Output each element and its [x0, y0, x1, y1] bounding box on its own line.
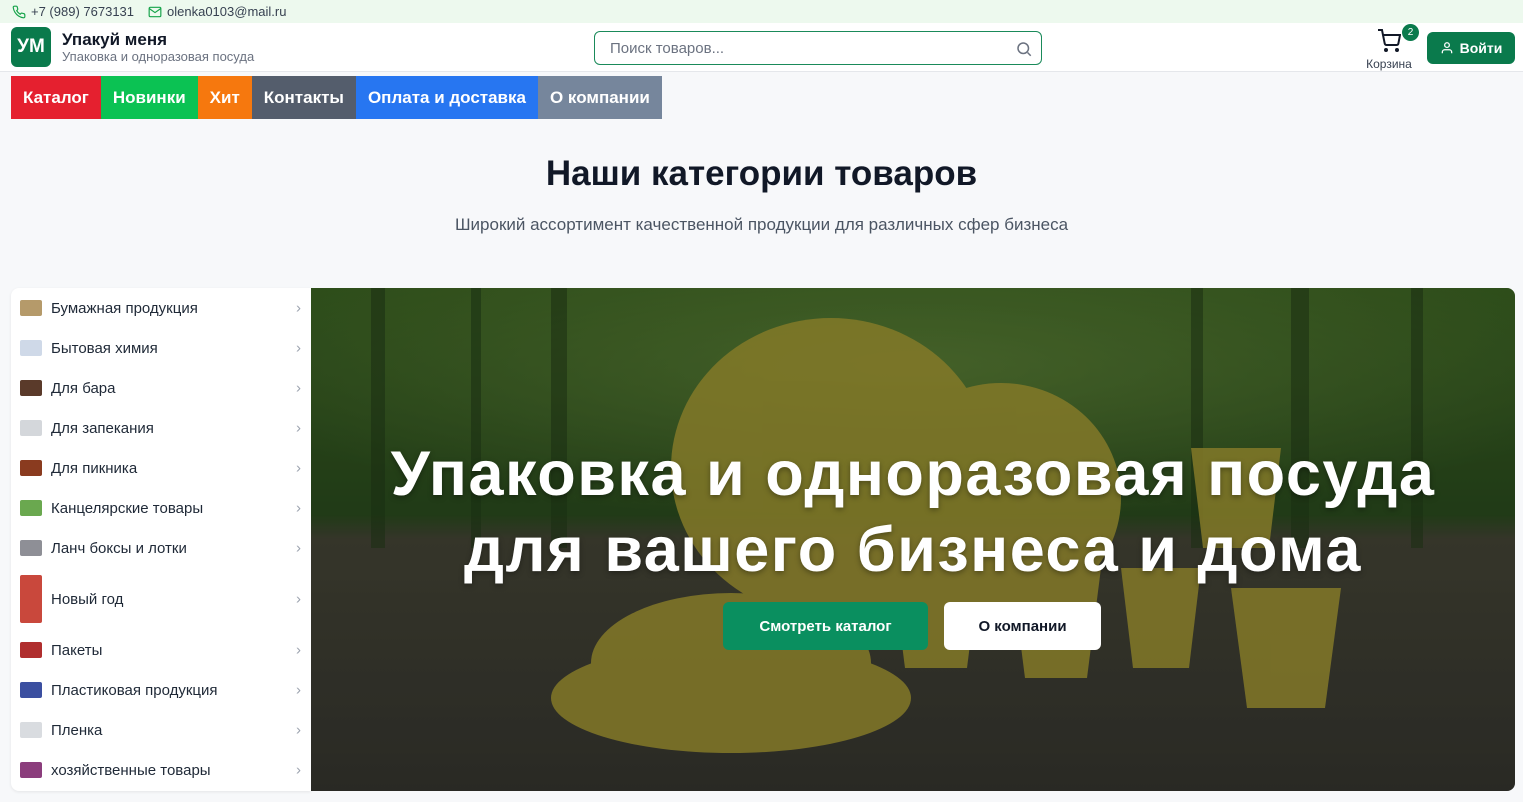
section-title: Наши категории товаров — [545, 154, 978, 193]
chevron-right-icon: › — [296, 761, 301, 779]
chevron-right-icon: › — [296, 539, 301, 557]
category-item[interactable]: Бумажная продукция › — [11, 288, 311, 328]
login-button[interactable]: Войти — [1427, 32, 1515, 64]
site-header: УМ Упакуй меня Упаковка и одноразовая по… — [0, 23, 1523, 72]
cart-icon — [1378, 29, 1402, 52]
phone-contact[interactable]: +7 (989) 7673131 — [12, 4, 134, 19]
about-company-button[interactable]: О компании — [944, 602, 1101, 650]
chevron-right-icon: › — [296, 419, 301, 437]
category-thumbnail — [20, 540, 42, 556]
category-label: Новый год — [51, 590, 124, 608]
category-thumbnail — [20, 460, 42, 476]
category-thumbnail — [20, 340, 42, 356]
category-item[interactable]: Пластиковая продукция › — [11, 670, 311, 710]
category-item[interactable]: Для запекания › — [11, 408, 311, 448]
nav-catalog[interactable]: Каталог — [11, 76, 101, 119]
cart-button[interactable]: 2 Корзина — [1362, 24, 1419, 71]
chevron-right-icon: › — [296, 681, 301, 699]
category-thumbnail — [20, 420, 42, 436]
nav-new[interactable]: Новинки — [100, 76, 198, 119]
category-thumbnail — [20, 762, 42, 778]
category-label: хозяйственные товары — [51, 761, 211, 779]
brand-name[interactable]: Упакуй меня — [62, 30, 167, 50]
category-thumbnail — [20, 380, 42, 396]
chevron-right-icon: › — [296, 339, 301, 357]
category-label: Пластиковая продукция — [51, 681, 218, 699]
category-item[interactable]: хозяйственные товары › — [11, 750, 311, 790]
email-address: olenka0103@mail.ru — [167, 4, 287, 19]
search-box — [594, 31, 1042, 65]
nav-contacts[interactable]: Контакты — [251, 76, 356, 119]
section-subtitle: Широкий ассортимент качественной продукц… — [454, 215, 1069, 234]
category-label: Бытовая химия — [51, 339, 158, 357]
phone-number: +7 (989) 7673131 — [31, 4, 135, 19]
category-label: Для бара — [51, 379, 116, 397]
category-thumbnail — [20, 300, 42, 316]
category-thumbnail — [20, 500, 42, 516]
category-item[interactable]: Новый год › — [11, 568, 311, 630]
email-contact[interactable]: olenka0103@mail.ru — [148, 4, 286, 19]
category-label: Канцелярские товары — [51, 499, 204, 517]
cart-label: Корзина — [1366, 57, 1412, 71]
nav-hit[interactable]: Хит — [197, 76, 252, 119]
chevron-right-icon: › — [296, 590, 301, 608]
category-label: Для запекания — [51, 419, 154, 437]
chevron-right-icon: › — [296, 641, 301, 659]
search-icon[interactable] — [1015, 40, 1033, 58]
chevron-right-icon: › — [296, 721, 301, 739]
category-item[interactable]: Бытовая химия › — [11, 328, 311, 368]
logo[interactable]: УМ — [11, 27, 51, 67]
search-input[interactable] — [595, 32, 1041, 64]
contact-bar: +7 (989) 7673131 olenka0103@mail.ru — [0, 0, 1523, 23]
category-item[interactable]: Ланч боксы и лотки › — [11, 528, 311, 568]
chevron-right-icon: › — [296, 299, 301, 317]
category-list: Бумажная продукция › Бытовая химия › Для б… — [11, 288, 311, 791]
chevron-right-icon: › — [296, 379, 301, 397]
category-thumbnail — [20, 682, 42, 698]
view-catalog-button[interactable]: Смотреть каталог — [723, 602, 928, 650]
category-item[interactable]: Канцелярские товары › — [11, 488, 311, 528]
category-label: Пленка — [51, 721, 103, 739]
category-label: Пакеты — [51, 641, 103, 659]
category-thumbnail — [20, 722, 42, 738]
category-item[interactable]: Для бара › — [11, 368, 311, 408]
hero-banner: Упаковка и одноразовая посуда для вашего… — [311, 288, 1515, 791]
hero-title: Упаковка и одноразовая посуда для вашего… — [311, 436, 1515, 588]
user-icon — [1441, 42, 1452, 54]
chevron-right-icon: › — [296, 459, 301, 477]
category-item[interactable]: Пакеты › — [11, 630, 311, 670]
main-nav: Каталог Новинки Хит Контакты Оплата и до… — [11, 76, 662, 119]
phone-icon — [12, 5, 26, 18]
hero-title-line1: Упаковка и одноразовая посуда — [390, 439, 1436, 509]
login-label: Войти — [1459, 40, 1503, 56]
nav-about[interactable]: О компании — [537, 76, 662, 119]
nav-payment-delivery[interactable]: Оплата и доставка — [355, 76, 538, 119]
hero-title-line2: для вашего бизнеса и дома — [464, 515, 1362, 585]
category-label: Ланч боксы и лотки — [51, 539, 187, 557]
category-thumbnail — [20, 642, 42, 658]
category-label: Для пикника — [51, 459, 138, 477]
chevron-right-icon: › — [296, 499, 301, 517]
category-item[interactable]: Для пикника › — [11, 448, 311, 488]
category-thumbnail — [20, 575, 42, 623]
brand-tagline: Упаковка и одноразовая посуда — [62, 49, 255, 64]
category-label: Бумажная продукция — [51, 299, 198, 317]
mail-icon — [148, 6, 162, 17]
category-item[interactable]: Пленка › — [11, 710, 311, 750]
cart-count-badge: 2 — [1402, 24, 1419, 41]
